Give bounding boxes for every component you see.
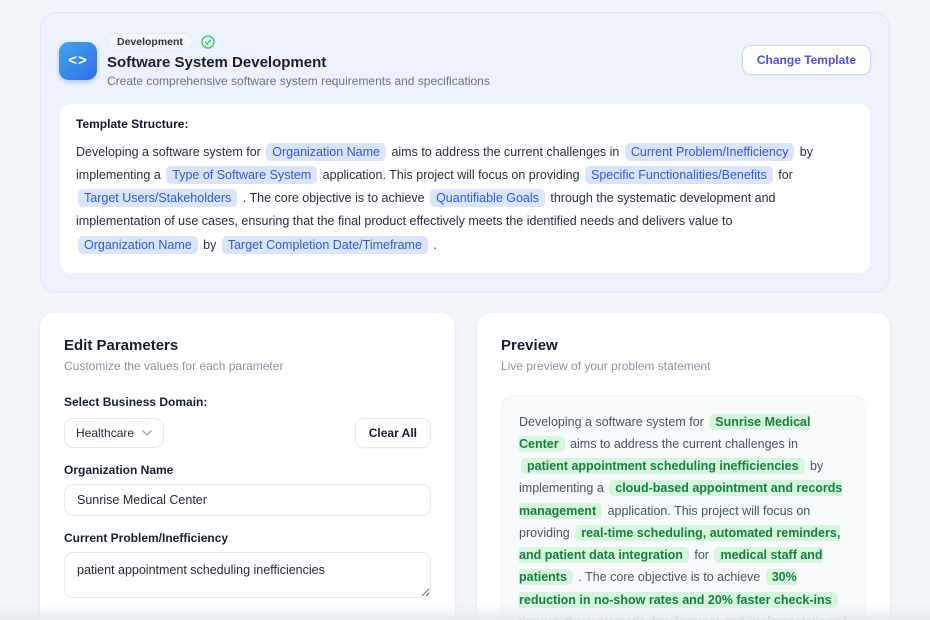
- field-label: Organization Name: [64, 463, 431, 477]
- preview-value-chip: patient appointment scheduling inefficie…: [521, 458, 805, 474]
- page-title: Software System Development: [107, 54, 490, 71]
- preview-value-chip: Sunrise Medical Center: [519, 414, 810, 452]
- template-structure-card: Template Structure: Developing a softwar…: [59, 103, 871, 274]
- edit-parameters-subtitle: Customize the values for each parameter: [64, 359, 431, 373]
- field-organization-name: Organization Name: [64, 463, 431, 516]
- clear-all-button[interactable]: Clear All: [355, 418, 431, 448]
- template-placeholder-chip: Organization Name: [78, 236, 198, 254]
- category-badge: Development: [107, 33, 193, 51]
- template-placeholder-chip: Type of Software System: [166, 166, 317, 184]
- page-subtitle: Create comprehensive software system req…: [107, 74, 490, 88]
- page: <> Development Software System Developme…: [0, 0, 930, 620]
- organization-name-input[interactable]: [64, 484, 431, 516]
- domain-row: Healthcare Clear All: [64, 418, 431, 448]
- template-placeholder-chip: Quantifiable Goals: [430, 189, 545, 207]
- change-template-button[interactable]: Change Template: [742, 45, 871, 75]
- template-structure-text: Developing a software system for Organiz…: [76, 141, 854, 257]
- preview-card: Preview Live preview of your problem sta…: [477, 313, 890, 620]
- chevron-down-icon: [142, 430, 152, 436]
- business-domain-label: Select Business Domain:: [64, 395, 431, 409]
- field-label: Current Problem/Inefficiency: [64, 531, 431, 545]
- business-domain-select[interactable]: Healthcare: [64, 418, 164, 448]
- template-placeholder-chip: Target Users/Stakeholders: [78, 189, 237, 207]
- template-placeholder-chip: Target Completion Date/Timeframe: [222, 236, 428, 254]
- check-circle-icon: [201, 35, 215, 49]
- edit-parameters-card: Edit Parameters Customize the values for…: [40, 313, 455, 620]
- template-placeholder-chip: Organization Name: [266, 143, 386, 161]
- preview-statement: Developing a software system for Sunrise…: [501, 395, 866, 620]
- preview-subtitle: Live preview of your problem statement: [501, 359, 866, 373]
- template-placeholder-chip: Specific Functionalities/Benefits: [585, 166, 773, 184]
- edit-parameters-title: Edit Parameters: [64, 337, 431, 354]
- business-domain-value: Healthcare: [76, 426, 134, 440]
- current-problem-textarea[interactable]: patient appointment scheduling inefficie…: [64, 552, 431, 598]
- preview-title: Preview: [501, 337, 866, 354]
- template-structure-label: Template Structure:: [76, 117, 854, 131]
- field-current-problem: Current Problem/Inefficiency patient app…: [64, 531, 431, 603]
- template-header-card: <> Development Software System Developme…: [40, 12, 890, 293]
- content-columns: Edit Parameters Customize the values for…: [40, 313, 890, 620]
- badge-row: Development: [107, 33, 490, 51]
- template-placeholder-chip: Current Problem/Inefficiency: [625, 143, 794, 161]
- preview-value-chip: cloud-based appointment and records mana…: [519, 480, 842, 518]
- template-meta: Development Software System Development …: [107, 33, 490, 88]
- code-icon: <>: [59, 42, 97, 80]
